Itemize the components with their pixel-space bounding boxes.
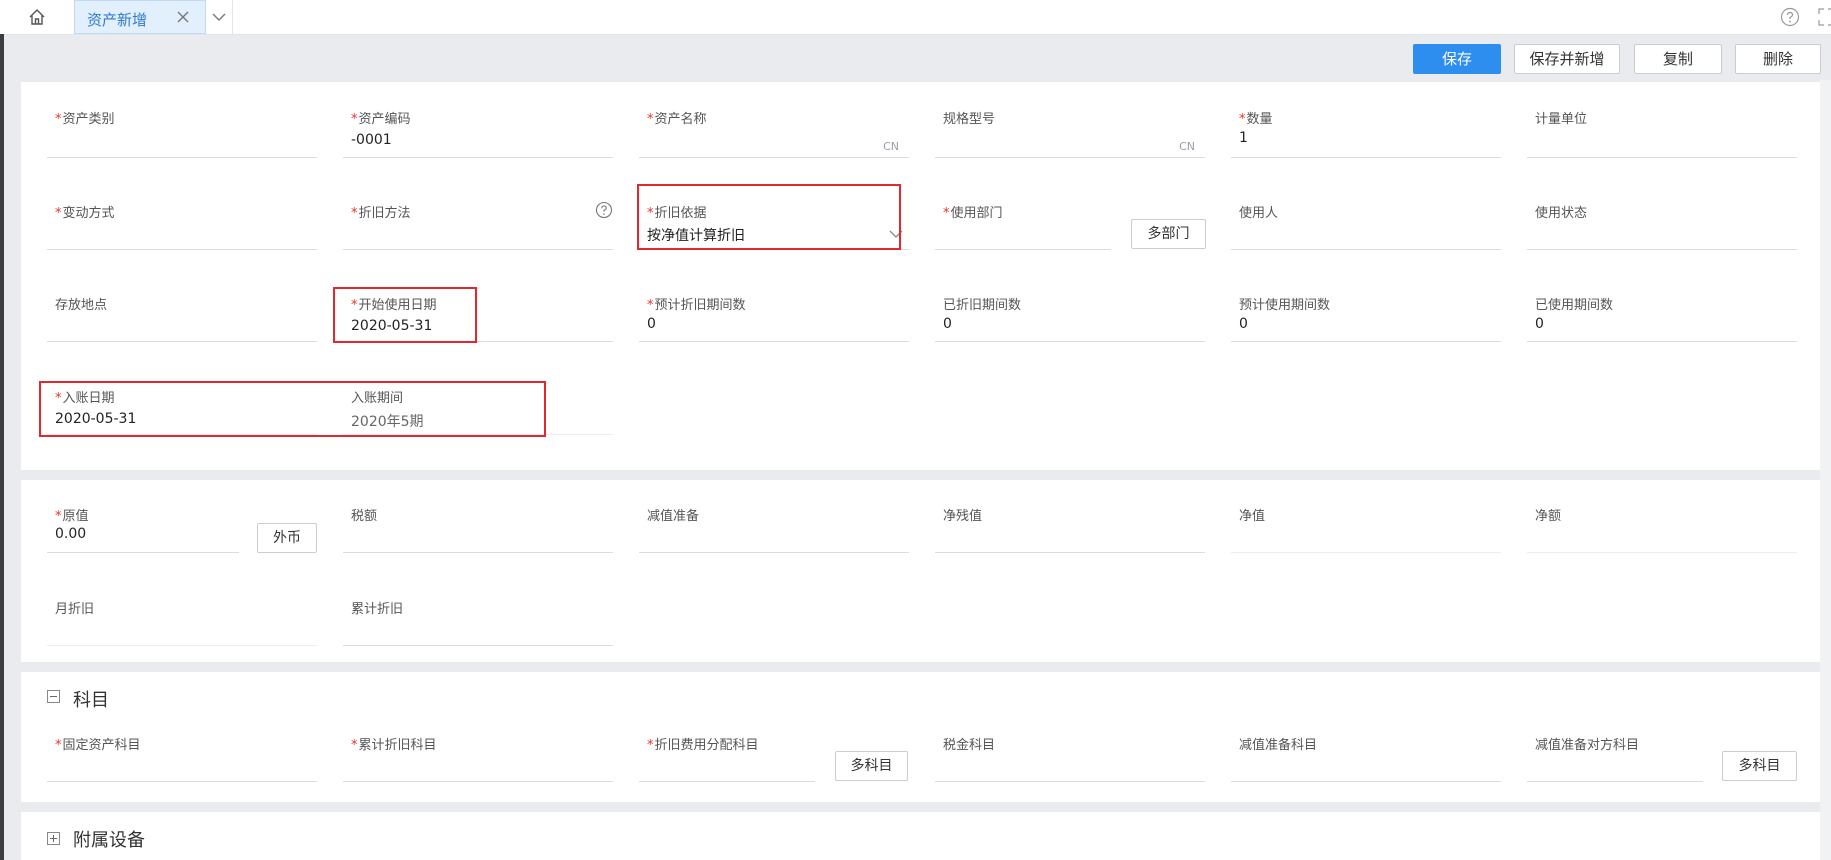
save-and-new-button[interactable]: 保存并新增 (1514, 44, 1620, 74)
tax-account-field[interactable]: 税金科目 (935, 718, 1205, 782)
left-edge (0, 34, 4, 860)
expand-icon[interactable] (47, 832, 60, 845)
multi-dept-button[interactable]: 多部门 (1131, 219, 1206, 249)
language-badge: CN (1179, 140, 1195, 153)
multi-account-button[interactable]: 多科目 (1722, 751, 1797, 781)
scrollbar[interactable] (1820, 80, 1831, 860)
tab-dropdown[interactable] (206, 0, 233, 34)
asset-code-field[interactable]: *资产编码 -0001 (343, 94, 613, 158)
accum-depr-account-field[interactable]: *累计折旧科目 (343, 718, 613, 782)
multi-account-button[interactable]: 多科目 (835, 751, 908, 781)
tab-label: 资产新增 (87, 11, 148, 29)
unit-field[interactable]: 计量单位 (1527, 94, 1797, 158)
asset-name-field[interactable]: *资产名称 CN (639, 94, 909, 158)
depr-method-field[interactable]: *折旧方法 (343, 186, 613, 250)
location-field[interactable]: 存放地点 (47, 278, 317, 342)
accum-depr-field[interactable]: 累计折旧 (343, 582, 613, 646)
accounts-section-title: 科目 (73, 690, 109, 711)
help-icon[interactable] (595, 201, 613, 219)
net-residual-field[interactable]: 净残值 (935, 489, 1205, 553)
asset-category-field[interactable]: *资产类别 (47, 94, 317, 158)
use-status-field[interactable]: 使用状态 (1527, 186, 1797, 250)
quantity-field[interactable]: *数量 1 (1231, 94, 1501, 158)
fixed-asset-account-field[interactable]: *固定资产科目 (47, 718, 317, 782)
monthly-depr-field: 月折旧 (47, 582, 317, 646)
tab-bar: 资产新增 (0, 0, 1831, 35)
impairment-contra-account-field[interactable]: 减值准备对方科目 (1527, 718, 1703, 782)
help-icon[interactable] (1780, 7, 1800, 27)
change-method-field[interactable]: *变动方式 (47, 186, 317, 250)
foreign-currency-button[interactable]: 外币 (257, 523, 317, 553)
highlight-post-date-period (39, 381, 546, 437)
attached-panel (21, 812, 1823, 860)
net-value-field: 净值 (1231, 489, 1501, 553)
close-icon[interactable] (173, 7, 193, 27)
attached-section-title: 附属设备 (73, 830, 145, 851)
save-button[interactable]: 保存 (1413, 44, 1501, 74)
spec-model-field[interactable]: 规格型号 CN (935, 94, 1205, 158)
depr-periods-field[interactable]: 已折旧期间数 0 (935, 278, 1205, 342)
copy-button[interactable]: 复制 (1634, 44, 1722, 74)
chevron-down-icon (212, 13, 226, 21)
highlight-depr-basis (637, 184, 901, 250)
tax-field[interactable]: 税额 (343, 489, 613, 553)
original-value-field[interactable]: *原值 0.00 (47, 489, 239, 553)
impairment-account-field[interactable]: 减值准备科目 (1231, 718, 1501, 782)
fullscreen-icon[interactable] (1818, 7, 1831, 27)
user-field[interactable]: 使用人 (1231, 186, 1501, 250)
delete-button[interactable]: 删除 (1735, 44, 1821, 74)
tab-asset-new[interactable]: 资产新增 (74, 0, 206, 34)
net-amount-field: 净额 (1527, 489, 1797, 553)
collapse-icon[interactable] (47, 690, 60, 703)
home-tab[interactable] (0, 0, 75, 34)
depr-alloc-account-field[interactable]: *折旧费用分配科目 (639, 718, 815, 782)
used-periods-field[interactable]: 已使用期间数 0 (1527, 278, 1797, 342)
home-icon (29, 9, 45, 25)
dept-field[interactable]: *使用部门 (935, 186, 1111, 250)
impairment-field[interactable]: 减值准备 (639, 489, 909, 553)
language-badge: CN (883, 140, 899, 153)
est-depr-periods-field[interactable]: *预计折旧期间数 0 (639, 278, 909, 342)
est-use-periods-field[interactable]: 预计使用期间数 0 (1231, 278, 1501, 342)
highlight-start-date (333, 287, 477, 343)
